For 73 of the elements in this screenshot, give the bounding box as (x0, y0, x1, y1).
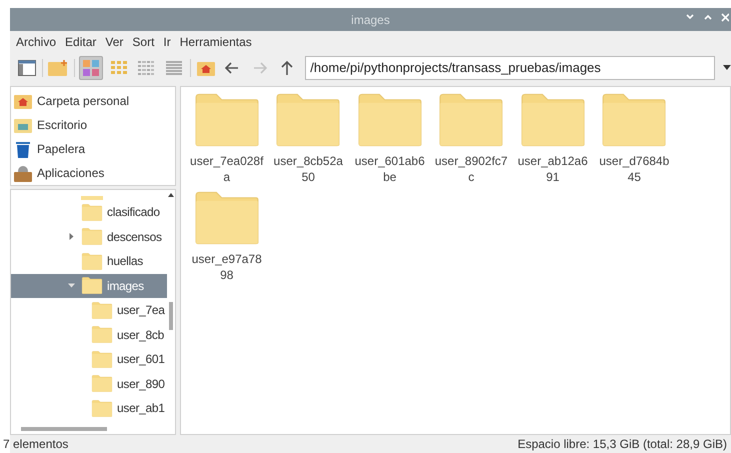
home-folder-icon (14, 94, 32, 108)
folder-item[interactable]: user_7ea028f a (186, 93, 268, 185)
place-item[interactable]: Escritorio (13, 113, 175, 137)
item-count: 7 elementos (3, 436, 68, 453)
folder-name: user_8902fc7 c (434, 153, 509, 185)
folder-name: user_e97a78 98 (190, 251, 263, 283)
folder-icon (520, 93, 585, 147)
maximize-icon[interactable] (703, 12, 713, 22)
folder-icon (358, 93, 422, 147)
view-mode-button[interactable] (79, 56, 103, 80)
folder-icon (91, 350, 113, 368)
folder-icon (91, 400, 113, 417)
compact-list-icon (137, 59, 156, 77)
tree-item[interactable]: user_ab1 (11, 396, 167, 420)
tree-item[interactable]: descensos (11, 224, 167, 249)
place-item[interactable]: Papelera (13, 137, 175, 161)
collapse-arrow-icon[interactable] (68, 282, 74, 290)
place-item[interactable]: Aplicaciones (13, 161, 175, 185)
tree-item[interactable]: huellas (11, 249, 167, 274)
menu-item[interactable]: Ir (163, 33, 171, 51)
folder-item[interactable]: user_ab12a6 91 (512, 93, 594, 185)
folder-name: user_7ea028f a (189, 153, 264, 185)
folder-item[interactable]: user_e97a78 98 (186, 191, 268, 283)
tree-item[interactable]: clasificado (11, 200, 167, 224)
menu-item[interactable]: Herramientas (180, 33, 252, 51)
window-title: images (351, 12, 390, 28)
dropdown-arrow-icon[interactable] (723, 65, 731, 71)
home-folder-icon (196, 60, 215, 76)
menu-item[interactable]: Archivo (16, 33, 56, 51)
tree-item[interactable]: user_890 (11, 372, 167, 396)
menu-item[interactable]: Ver (105, 33, 124, 51)
folder-icon (439, 93, 504, 147)
sidebar-toggle-button[interactable] (16, 57, 38, 79)
folder-name: user_601ab6 be (354, 153, 426, 185)
free-space: Espacio libre: 15,3 GiB (total: 28,9 GiB) (518, 436, 728, 453)
thumbnail-view-icon (110, 59, 128, 77)
scroll-up-arrow-icon[interactable] (168, 192, 174, 198)
folder-icon (194, 93, 259, 147)
folder-icon (91, 326, 113, 344)
close-icon[interactable] (721, 12, 729, 22)
applications-icon (13, 164, 33, 182)
folder-name: user_d7684b 45 (598, 153, 670, 185)
folder-icon (602, 93, 666, 147)
desktop-folder-icon (14, 118, 32, 132)
menu-item[interactable]: Sort (132, 33, 154, 51)
tree-item[interactable]: images (11, 274, 167, 298)
folder-icon (81, 204, 103, 221)
folder-item[interactable]: user_8902fc7 c (430, 93, 512, 185)
folder-icon (81, 252, 103, 270)
tree-item[interactable]: user_7ea (11, 298, 167, 322)
detail-list-icon (164, 59, 183, 77)
folder-icon (91, 375, 113, 392)
tree-item[interactable]: user_601 (11, 347, 167, 372)
path-field[interactable]: /home/pi/pythonprojects/transass_pruebas/images (305, 56, 716, 80)
minimize-icon[interactable] (685, 12, 695, 22)
folder-item[interactable]: user_8cb52a 50 (268, 93, 349, 185)
trash-icon (15, 140, 31, 158)
tree-item[interactable]: user_8cb (11, 322, 167, 347)
folder-name: user_ab12a6 91 (516, 153, 589, 185)
folder-icon (194, 191, 259, 245)
menu-item[interactable]: Editar (65, 33, 96, 51)
folder-item[interactable]: user_601ab6 be (349, 93, 430, 185)
folder-name: user_8cb52a 50 (272, 153, 344, 185)
icon-view-icon (82, 59, 100, 77)
folder-icon (276, 93, 340, 147)
folder-item[interactable]: user_d7684b 45 (594, 93, 675, 185)
window-layout-icon (18, 60, 36, 76)
expand-arrow-icon[interactable] (68, 233, 74, 240)
place-item[interactable]: Carpeta personal (13, 89, 175, 113)
folder-icon (91, 302, 113, 319)
new-folder-icon (48, 60, 68, 76)
folder-icon (81, 228, 103, 246)
folder-icon (81, 277, 103, 294)
